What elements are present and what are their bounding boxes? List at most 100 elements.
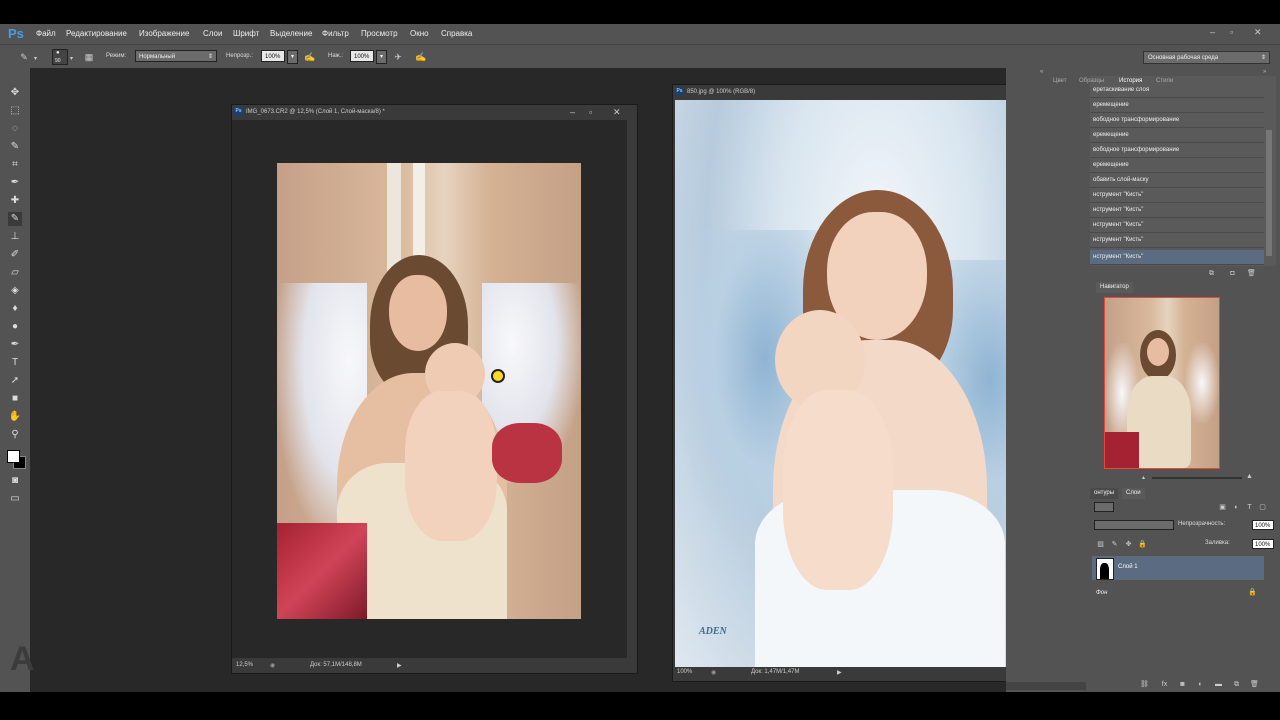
history-item[interactable]: еретаскивание слоя bbox=[1090, 83, 1264, 98]
clone-stamp-tool-icon[interactable]: ⊥ bbox=[8, 230, 22, 244]
history-item[interactable]: еремещение bbox=[1090, 98, 1264, 113]
document-1-canvas[interactable] bbox=[232, 120, 627, 658]
history-item[interactable]: еремещение bbox=[1090, 158, 1264, 173]
tab-color[interactable]: Цвет bbox=[1050, 76, 1069, 87]
move-tool-icon[interactable]: ✥ bbox=[8, 86, 22, 100]
new-layer-icon[interactable]: ⧉ bbox=[1232, 680, 1241, 689]
foreground-color-swatch[interactable] bbox=[7, 450, 20, 463]
lock-position-icon[interactable]: ✥ bbox=[1124, 540, 1133, 549]
menu-window[interactable]: Окно bbox=[410, 29, 429, 38]
layer-style-icon[interactable]: fx bbox=[1160, 680, 1169, 689]
brush-panel-icon[interactable]: ▦ bbox=[83, 51, 95, 63]
pen-tool-icon[interactable]: ✒ bbox=[8, 338, 22, 352]
filter-shape-icon[interactable]: ▢ bbox=[1258, 503, 1267, 512]
flow-input[interactable]: 100% bbox=[350, 50, 374, 62]
brush-tool-icon[interactable]: ✎ bbox=[8, 212, 22, 226]
menu-help[interactable]: Справка bbox=[441, 29, 472, 38]
menu-layers[interactable]: Слои bbox=[203, 29, 222, 38]
screen-mode-icon[interactable]: ▭ bbox=[8, 492, 22, 506]
zoom-in-icon[interactable]: ▲ bbox=[1246, 473, 1253, 480]
tool-preset-dropdown-icon[interactable]: ▾ bbox=[34, 55, 37, 62]
paint-bucket-tool-icon[interactable]: ◈ bbox=[8, 284, 22, 298]
doc1-maximize-icon[interactable]: ▫ bbox=[589, 105, 592, 119]
maximize-icon[interactable]: ▫ bbox=[1230, 27, 1233, 37]
history-item[interactable]: нструмент "Кисть" bbox=[1090, 203, 1264, 218]
document-1-info-icon[interactable]: ◉ bbox=[270, 662, 275, 669]
history-scrollbar[interactable] bbox=[1266, 130, 1272, 256]
marquee-tool-icon[interactable]: ⬚ bbox=[8, 104, 22, 118]
new-group-icon[interactable]: ▬ bbox=[1214, 680, 1223, 689]
tab-navigator[interactable]: Навигатор bbox=[1096, 282, 1133, 293]
document-2-zoom[interactable]: 100% bbox=[677, 669, 692, 675]
layer-name[interactable]: Слой 1 bbox=[1118, 564, 1138, 570]
menu-file[interactable]: Файл bbox=[36, 29, 56, 38]
menu-select[interactable]: Выделение bbox=[270, 29, 312, 38]
history-item-selected[interactable]: нструмент "Кисть" bbox=[1090, 250, 1264, 265]
lasso-tool-icon[interactable]: ◌ bbox=[8, 122, 22, 136]
expand-panels-icon[interactable]: » bbox=[1263, 69, 1266, 75]
quick-select-tool-icon[interactable]: ✎ bbox=[8, 140, 22, 154]
document-1-status-arrow-icon[interactable]: ▶ bbox=[397, 662, 402, 669]
layer-name[interactable]: Фон bbox=[1096, 590, 1107, 596]
brush-dropdown-icon[interactable]: ▾ bbox=[70, 55, 73, 62]
document-2-info-icon[interactable]: ◉ bbox=[711, 669, 716, 676]
layer-opacity-input[interactable]: 100% bbox=[1252, 520, 1274, 530]
close-icon[interactable]: ✕ bbox=[1254, 27, 1262, 38]
pressure-opacity-icon[interactable]: ✍ bbox=[304, 51, 316, 63]
lock-all-icon[interactable]: 🔒 bbox=[1138, 540, 1147, 549]
eyedropper-tool-icon[interactable]: ✒ bbox=[8, 176, 22, 190]
hand-tool-icon[interactable]: ✋ bbox=[8, 410, 22, 424]
crop-tool-icon[interactable]: ⌗ bbox=[8, 158, 22, 172]
brush-preset-picker[interactable]: ● 90 bbox=[52, 49, 68, 65]
history-brush-tool-icon[interactable]: ✐ bbox=[8, 248, 22, 262]
filter-adjust-icon[interactable]: ◐ bbox=[1232, 503, 1241, 512]
filter-pixel-icon[interactable]: ▣ bbox=[1218, 503, 1227, 512]
flow-dropdown-icon[interactable]: ▾ bbox=[376, 50, 387, 64]
delete-layer-icon[interactable]: 🗑 bbox=[1250, 680, 1259, 689]
airbrush-icon[interactable]: ✈ bbox=[392, 51, 404, 63]
shape-tool-icon[interactable]: ■ bbox=[8, 392, 22, 406]
history-item[interactable]: вободное трансформирование bbox=[1090, 113, 1264, 128]
document-2-status-arrow-icon[interactable]: ▶ bbox=[837, 669, 842, 676]
add-mask-icon[interactable]: ◙ bbox=[1178, 680, 1187, 689]
link-layers-icon[interactable]: ⛓ bbox=[1140, 680, 1149, 689]
layer-row-selected[interactable]: Слой 1 bbox=[1092, 556, 1264, 580]
filter-type-icon[interactable]: T bbox=[1245, 503, 1254, 512]
opacity-dropdown-icon[interactable]: ▾ bbox=[287, 50, 298, 64]
history-item[interactable]: обавить слой-маску bbox=[1090, 173, 1264, 188]
blend-mode-select[interactable] bbox=[1094, 520, 1174, 530]
pressure-size-icon[interactable]: ✍ bbox=[415, 51, 427, 63]
workspace-select[interactable]: Основная рабочая среда ⇕ bbox=[1143, 51, 1270, 64]
fill-input[interactable]: 100% bbox=[1252, 539, 1274, 549]
quick-mask-icon[interactable]: ◙ bbox=[8, 474, 22, 488]
history-item[interactable]: вободное трансформирование bbox=[1090, 143, 1264, 158]
eraser-tool-icon[interactable]: ▱ bbox=[8, 266, 22, 280]
minimize-icon[interactable]: – bbox=[1210, 27, 1215, 37]
document-1-scrollbar[interactable] bbox=[627, 120, 635, 658]
new-snapshot-icon[interactable]: ◘ bbox=[1228, 269, 1237, 278]
dodge-tool-icon[interactable]: ● bbox=[8, 320, 22, 334]
history-item[interactable]: нструмент "Кисть" bbox=[1090, 188, 1264, 203]
menu-type[interactable]: Шрифт bbox=[233, 29, 259, 38]
zoom-slider[interactable] bbox=[1152, 477, 1242, 479]
tab-layers[interactable]: Слои bbox=[1122, 488, 1145, 499]
menu-edit[interactable]: Редактирование bbox=[66, 29, 127, 38]
navigator-thumbnail[interactable] bbox=[1104, 297, 1220, 469]
layer-mask-thumbnail[interactable] bbox=[1096, 558, 1114, 580]
menu-filter[interactable]: Фильтр bbox=[322, 29, 349, 38]
menu-image[interactable]: Изображение bbox=[139, 29, 189, 38]
type-tool-icon[interactable]: T bbox=[8, 356, 22, 370]
menu-view[interactable]: Просмотр bbox=[361, 29, 398, 38]
doc1-minimize-icon[interactable]: – bbox=[570, 105, 575, 119]
zoom-out-icon[interactable]: ▴ bbox=[1142, 474, 1145, 481]
lock-transparency-icon[interactable]: ▨ bbox=[1096, 540, 1105, 549]
adjustment-layer-icon[interactable]: ◐ bbox=[1196, 680, 1205, 689]
document-1-title-bar[interactable]: Ps IMG_0673.CR2 @ 12,5% (Слой 1, Слой-мас… bbox=[232, 105, 637, 119]
opacity-input[interactable]: 100% bbox=[261, 50, 285, 62]
tab-paths[interactable]: онтуры bbox=[1090, 488, 1119, 499]
history-item[interactable]: еремещение bbox=[1090, 128, 1264, 143]
history-item[interactable]: нструмент "Кисть" bbox=[1090, 218, 1264, 233]
zoom-tool-icon[interactable]: ⚲ bbox=[8, 428, 22, 442]
blur-tool-icon[interactable]: ♦ bbox=[8, 302, 22, 316]
path-select-tool-icon[interactable]: ➚ bbox=[8, 374, 22, 388]
